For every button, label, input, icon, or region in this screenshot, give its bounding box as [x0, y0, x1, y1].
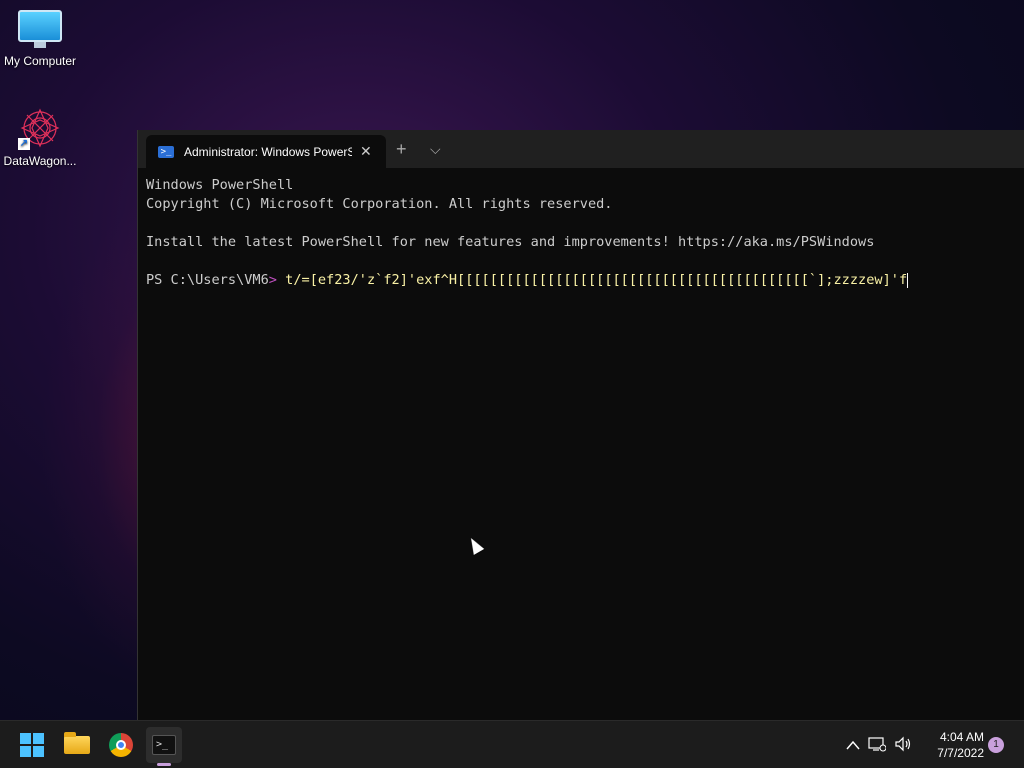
start-button[interactable] [14, 727, 50, 763]
notification-badge[interactable]: 1 [988, 737, 1004, 753]
clock-time: 4:04 AM [939, 730, 984, 744]
command-input[interactable]: t/=[ef23/'z`f2]'exf^H[[[[[[[[[[[[[[[[[[[… [277, 272, 907, 288]
active-app-indicator [157, 763, 171, 766]
chevron-up-icon[interactable] [846, 737, 860, 753]
desktop-icon-label: My Computer [3, 54, 77, 68]
file-explorer-button[interactable] [59, 727, 95, 763]
datawagon-icon: ↗ [18, 106, 62, 150]
terminal-taskbar-button[interactable]: >_ [146, 727, 182, 763]
start-icon [20, 733, 44, 757]
terminal-icon: >_ [152, 735, 176, 755]
text-cursor [907, 272, 909, 288]
volume-icon[interactable] [894, 736, 912, 755]
desktop-icon-label: DataWagon... [3, 154, 77, 168]
shortcut-arrow-icon: ↗ [18, 138, 30, 150]
console-line-2: Copyright (C) Microsoft Corporation. All… [146, 196, 613, 212]
new-tab-button[interactable]: + [396, 139, 407, 159]
system-tray [842, 721, 916, 768]
powershell-icon: >_ [158, 145, 174, 158]
tab-title: Administrator: Windows PowerS [184, 144, 352, 159]
clock[interactable]: 4:04 AM 7/7/2022 [920, 729, 984, 761]
prompt-symbol: > [268, 272, 277, 288]
chrome-icon [109, 733, 133, 757]
chrome-button[interactable] [103, 727, 139, 763]
desktop-icon-datawagon[interactable]: ↗ DataWagon... [0, 106, 80, 168]
file-explorer-icon [64, 732, 90, 754]
console-line-3: Install the latest PowerShell for new fe… [146, 234, 875, 250]
desktop-icon-my-computer[interactable]: My Computer [0, 10, 80, 68]
network-icon[interactable] [868, 736, 887, 755]
console-line-1: Windows PowerShell [146, 177, 294, 193]
tab-powershell[interactable]: >_ Administrator: Windows PowerS ✕ [146, 135, 386, 168]
terminal-window[interactable]: >_ Administrator: Windows PowerS ✕ + ⌵ W… [137, 130, 1024, 720]
prompt-path: PS C:\Users\VM6 [146, 272, 269, 288]
close-tab-icon[interactable]: ✕ [360, 143, 372, 160]
console-output[interactable]: Windows PowerShell Copyright (C) Microso… [138, 168, 1024, 298]
tab-dropdown-button[interactable]: ⌵ [430, 139, 441, 159]
terminal-titlebar[interactable]: >_ Administrator: Windows PowerS ✕ + ⌵ [138, 130, 1024, 168]
clock-date: 7/7/2022 [937, 746, 984, 760]
taskbar: >_ 4:04 AM 7/7/2022 1 [0, 720, 1024, 768]
computer-icon [18, 10, 62, 48]
